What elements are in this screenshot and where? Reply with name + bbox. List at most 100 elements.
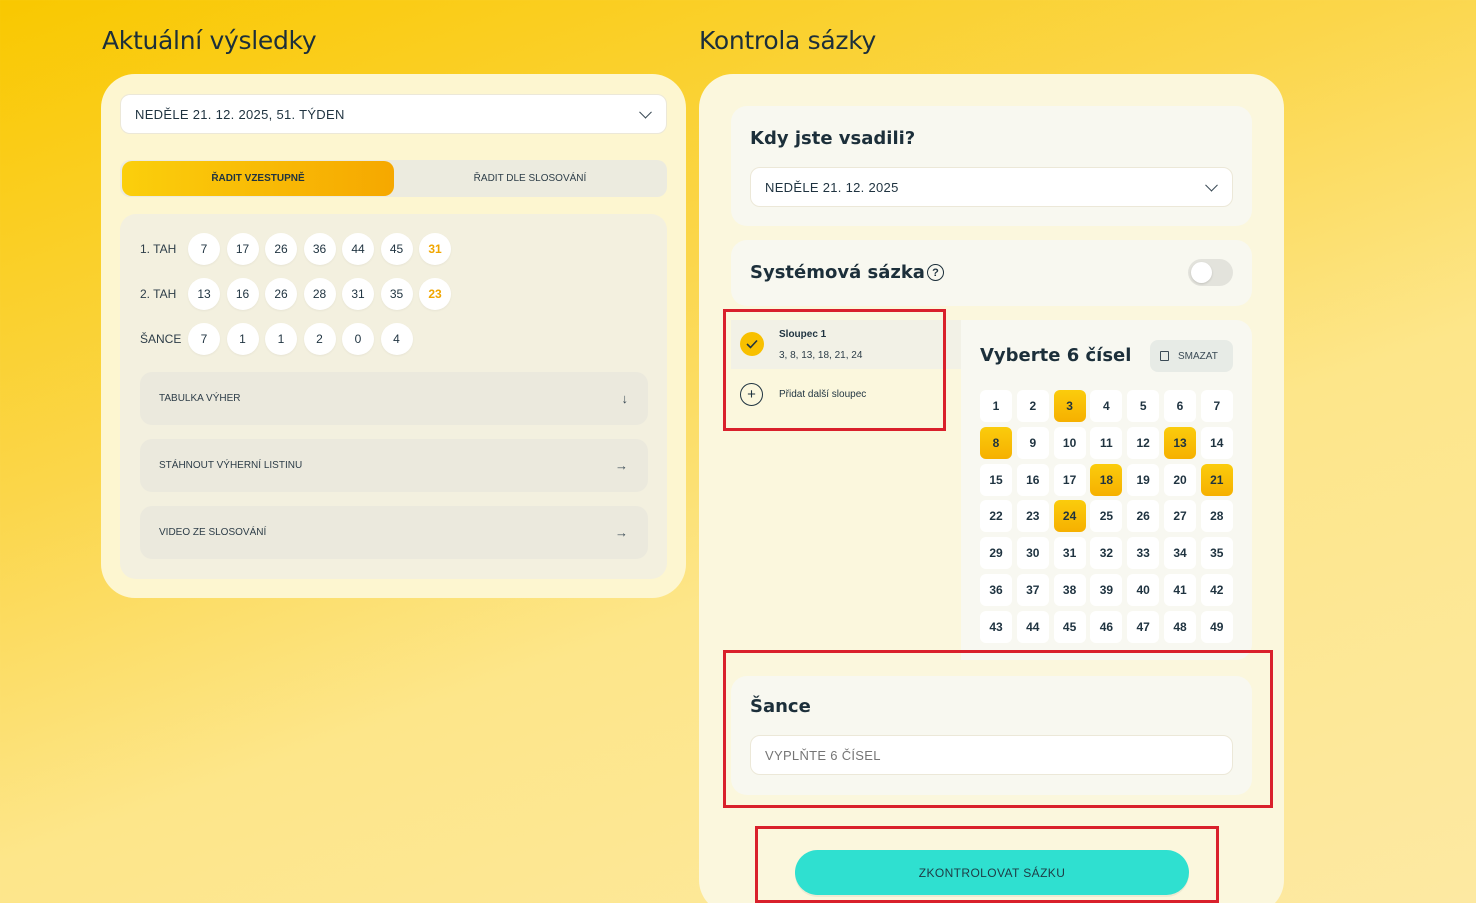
number-cell[interactable]: 37	[1016, 574, 1049, 606]
number-cell[interactable]: 15	[980, 463, 1012, 496]
number-ball: 7	[188, 323, 220, 355]
number-cell[interactable]: 17	[1053, 463, 1086, 496]
number-cell[interactable]: 34	[1164, 537, 1196, 570]
number-ball: 0	[342, 323, 374, 355]
number-cell-selected[interactable]: 8	[980, 426, 1012, 459]
bet-check-heading: Kontrola sázky	[699, 26, 876, 55]
trash-icon	[1160, 351, 1169, 361]
when-title: Kdy jste vsadili?	[750, 128, 916, 149]
draw-video-button[interactable]: VIDEO ZE SLOSOVÁNÍ →	[140, 506, 648, 559]
number-cell-selected[interactable]: 3	[1053, 390, 1086, 422]
number-cell[interactable]: 28	[1200, 500, 1233, 533]
number-cell[interactable]: 5	[1127, 390, 1160, 422]
number-cell[interactable]: 33	[1127, 537, 1160, 570]
number-cell[interactable]: 23	[1016, 500, 1049, 533]
number-cell[interactable]: 22	[980, 500, 1012, 533]
number-cell[interactable]: 40	[1127, 574, 1160, 606]
number-ball: 26	[265, 233, 297, 265]
number-cell[interactable]: 44	[1016, 610, 1049, 643]
number-cell[interactable]: 7	[1200, 390, 1233, 422]
draw-row-label: ŠANCE	[140, 332, 182, 346]
number-ball: 2	[303, 323, 336, 355]
number-cell[interactable]: 2	[1016, 390, 1049, 422]
bet-date-select[interactable]: NEDĚLE 21. 12. 2025	[750, 167, 1233, 207]
results-heading: Aktuální výsledky	[102, 26, 317, 55]
system-bet-toggle[interactable]	[1188, 259, 1233, 286]
number-cell[interactable]: 14	[1200, 426, 1233, 459]
number-cell[interactable]: 6	[1164, 390, 1196, 422]
number-cell[interactable]: 48	[1164, 610, 1196, 643]
number-cell[interactable]: 49	[1200, 610, 1233, 643]
arrow-down-icon: ↓	[621, 391, 629, 406]
number-ball: 16	[226, 278, 259, 310]
sort-ascending-button[interactable]: ŘADIT VZESTUPNĚ	[122, 161, 394, 196]
number-cell[interactable]: 43	[980, 610, 1012, 643]
arrow-right-icon: →	[615, 458, 628, 473]
number-cell[interactable]: 30	[1016, 537, 1049, 570]
number-cell[interactable]: 26	[1127, 500, 1160, 533]
action-label: TABULKA VÝHER	[159, 393, 241, 404]
number-cell[interactable]: 32	[1090, 537, 1123, 570]
number-ball: 31	[342, 278, 374, 310]
help-icon[interactable]: ?	[927, 264, 944, 281]
number-cell[interactable]: 47	[1127, 610, 1160, 643]
sort-by-draw-button[interactable]: ŘADIT DLE SLOSOVÁNÍ	[394, 161, 666, 196]
number-ball: 44	[342, 233, 374, 265]
number-cell[interactable]: 35	[1200, 537, 1233, 570]
number-cell[interactable]: 25	[1090, 500, 1123, 533]
number-ball: 17	[226, 233, 259, 265]
results-date-select[interactable]: NEDĚLE 21. 12. 2025, 51. TÝDEN	[120, 94, 667, 134]
chevron-down-icon	[639, 105, 652, 119]
number-cell-selected[interactable]: 18	[1090, 463, 1123, 496]
arrow-right-icon: →	[615, 525, 628, 540]
number-cell[interactable]: 39	[1090, 574, 1123, 606]
number-ball: 13	[188, 278, 220, 310]
number-cell-selected[interactable]: 24	[1053, 500, 1086, 533]
clear-button[interactable]: SMAZAT	[1150, 340, 1233, 372]
number-cell[interactable]: 19	[1127, 463, 1160, 496]
number-cell[interactable]: 16	[1016, 463, 1049, 496]
bonus-ball: 31	[419, 233, 451, 265]
number-cell[interactable]: 41	[1164, 574, 1196, 606]
number-ball: 45	[380, 233, 413, 265]
number-cell-selected[interactable]: 21	[1200, 463, 1233, 496]
highlight-box	[723, 309, 946, 431]
number-cell[interactable]: 20	[1164, 463, 1196, 496]
system-bet-title: Systémová sázka	[750, 262, 925, 283]
number-ball: 35	[380, 278, 413, 310]
bonus-ball: 23	[419, 278, 451, 310]
number-ball: 26	[265, 278, 297, 310]
prize-table-button[interactable]: TABULKA VÝHER ↓	[140, 372, 648, 425]
highlight-box	[755, 826, 1219, 903]
results-date-value: NEDĚLE 21. 12. 2025, 51. TÝDEN	[135, 106, 345, 122]
number-cell[interactable]: 4	[1090, 390, 1123, 422]
action-label: VIDEO ZE SLOSOVÁNÍ	[159, 527, 267, 538]
draw-row-label: 1. TAH	[140, 242, 177, 256]
number-cell[interactable]: 36	[980, 574, 1012, 606]
number-cell[interactable]: 31	[1053, 537, 1086, 570]
number-cell[interactable]: 45	[1053, 610, 1086, 643]
download-winning-list-button[interactable]: STÁHNOUT VÝHERNÍ LISTINU →	[140, 439, 648, 492]
highlight-box	[723, 650, 1273, 808]
chevron-down-icon	[1205, 178, 1218, 192]
number-cell[interactable]: 9	[1016, 426, 1049, 459]
number-ball: 4	[380, 323, 413, 355]
number-cell[interactable]: 42	[1200, 574, 1233, 606]
number-ball: 36	[303, 233, 336, 265]
number-cell[interactable]: 12	[1127, 426, 1160, 459]
pick-numbers-title: Vyberte 6 čísel	[980, 345, 1132, 366]
number-cell[interactable]: 38	[1053, 574, 1086, 606]
action-label: STÁHNOUT VÝHERNÍ LISTINU	[159, 460, 303, 471]
number-cell[interactable]: 1	[980, 390, 1012, 422]
draw-row-label: 2. TAH	[140, 287, 177, 301]
number-cell[interactable]: 29	[980, 537, 1012, 570]
number-cell-selected[interactable]: 13	[1164, 426, 1196, 459]
when-card	[731, 106, 1252, 226]
number-cell[interactable]: 27	[1164, 500, 1196, 533]
number-cell[interactable]: 10	[1053, 426, 1086, 459]
number-cell[interactable]: 11	[1090, 426, 1123, 459]
number-ball: 28	[303, 278, 336, 310]
bet-date-value: NEDĚLE 21. 12. 2025	[765, 179, 899, 195]
number-cell[interactable]: 46	[1090, 610, 1123, 643]
number-ball: 1	[265, 323, 297, 355]
